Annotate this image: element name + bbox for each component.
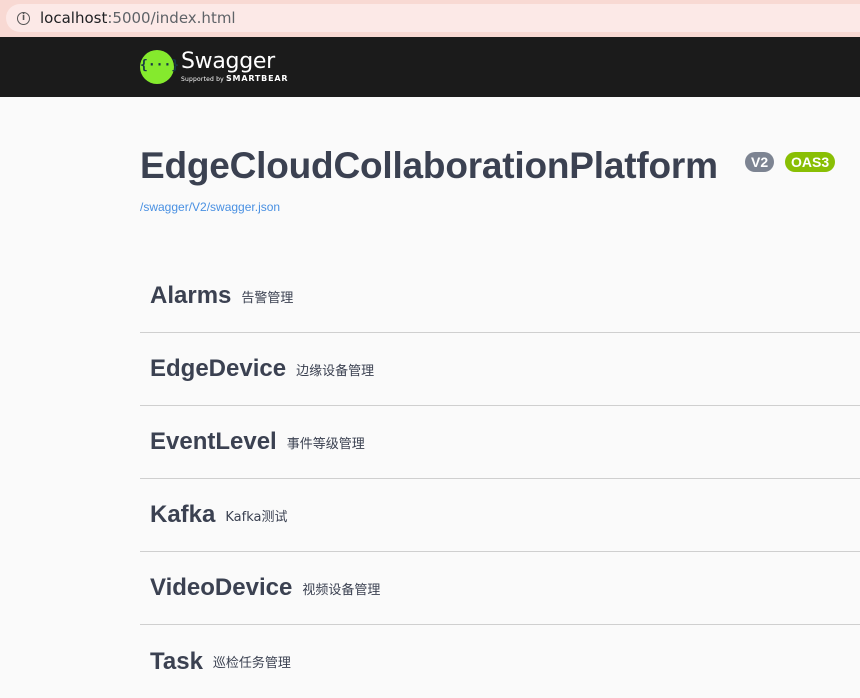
tag-section-kafka[interactable]: Kafka Kafka测试 bbox=[140, 479, 860, 552]
tag-list: Alarms 告警管理 EdgeDevice 边缘设备管理 EventLevel… bbox=[140, 260, 860, 698]
oas-badge: OAS3 bbox=[785, 152, 836, 172]
tag-description: Kafka测试 bbox=[225, 509, 288, 525]
tag-section-task[interactable]: Task 巡检任务管理 bbox=[140, 625, 860, 698]
tag-section-edgedevice[interactable]: EdgeDevice 边缘设备管理 bbox=[140, 333, 860, 406]
browser-address-bar: i localhost:5000/index.html bbox=[0, 0, 860, 37]
version-badge: V2 bbox=[745, 152, 775, 172]
swagger-topbar: {···} Swagger Supported by SMARTBEAR bbox=[0, 37, 860, 97]
url-host: localhost bbox=[40, 9, 108, 27]
tag-section-videodevice[interactable]: VideoDevice 视频设备管理 bbox=[140, 552, 860, 625]
api-title: EdgeCloudCollaborationPlatform bbox=[140, 145, 718, 186]
tag-name: Kafka bbox=[150, 501, 216, 528]
tag-description: 视频设备管理 bbox=[302, 582, 381, 598]
swagger-logo-subtitle: Supported by SMARTBEAR bbox=[181, 74, 288, 84]
url-text[interactable]: localhost:5000/index.html bbox=[40, 9, 236, 27]
swagger-logo-title: Swagger bbox=[181, 49, 275, 74]
swagger-logo-text: Swagger Supported by SMARTBEAR bbox=[181, 50, 288, 84]
supported-by-label: Supported by bbox=[181, 76, 224, 83]
tag-name: Task bbox=[150, 647, 203, 675]
tag-section-eventlevel[interactable]: EventLevel 事件等级管理 bbox=[140, 406, 860, 479]
tag-description: 巡检任务管理 bbox=[212, 656, 291, 671]
tag-section-alarms[interactable]: Alarms 告警管理 bbox=[140, 260, 860, 333]
swagger-logo-icon: {···} bbox=[140, 50, 180, 84]
url-path: :5000/index.html bbox=[107, 9, 236, 27]
tag-description: 边缘设备管理 bbox=[296, 363, 375, 379]
tag-description: 事件等级管理 bbox=[286, 436, 365, 452]
swagger-logo-icon-text: {···} bbox=[140, 58, 180, 73]
tag-name: EventLevel bbox=[150, 428, 277, 455]
swagger-logo[interactable]: {···} Swagger Supported by SMARTBEAR bbox=[140, 46, 288, 88]
smartbear-brand: SMARTBEAR bbox=[226, 74, 289, 83]
tag-name: Alarms bbox=[150, 282, 232, 309]
tag-name: EdgeDevice bbox=[150, 355, 287, 382]
site-info-icon[interactable]: i bbox=[17, 11, 30, 25]
api-info: EdgeCloudCollaborationPlatform V2 OAS3 bbox=[140, 145, 836, 187]
spec-json-link[interactable]: /swagger/V2/swagger.json bbox=[140, 200, 280, 214]
tag-description: 告警管理 bbox=[241, 290, 294, 306]
tag-name: VideoDevice bbox=[150, 574, 293, 601]
url-field[interactable]: i localhost:5000/index.html bbox=[6, 4, 860, 32]
